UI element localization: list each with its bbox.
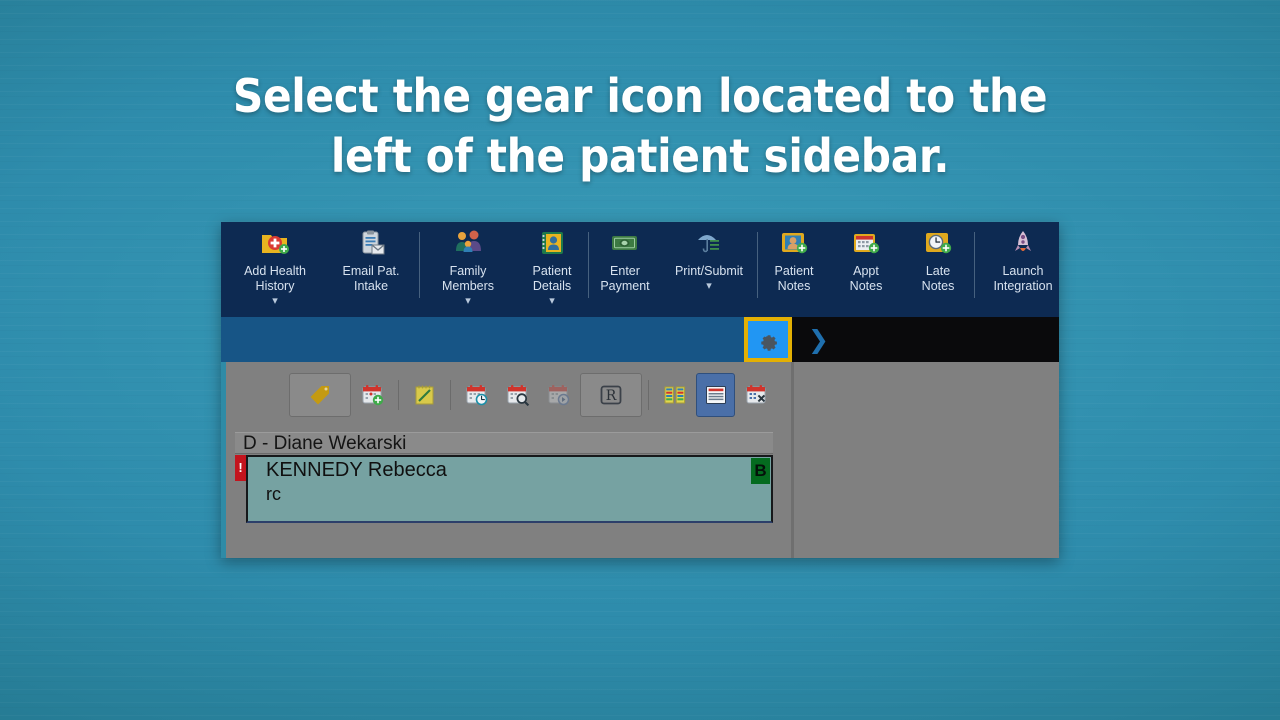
schedule-pane: R D - Diane Wekarski ! KENNEDY Rebecca r… xyxy=(221,362,791,558)
grid-columns-icon xyxy=(664,386,685,404)
right-detail-pane xyxy=(794,362,1059,558)
ribbon-label-line2: Notes xyxy=(777,279,811,293)
patient-details-icon xyxy=(516,229,588,263)
chevron-right-icon[interactable]: ❯ xyxy=(808,327,829,352)
chevron-down-icon[interactable]: ▾ xyxy=(420,296,516,307)
launch-integration-icon xyxy=(975,229,1059,263)
secondary-toolbar-empty-area xyxy=(221,317,744,362)
ribbon-button-launch-integration[interactable]: Launch Integration xyxy=(975,222,1059,294)
rx-icon: R xyxy=(600,385,622,405)
ribbon-button-enter-payment[interactable]: Enter Payment xyxy=(589,222,661,294)
application-screenshot-panel: Add Health History ▾ Email Pat. Intake F… xyxy=(221,222,1059,558)
add-health-history-icon xyxy=(227,229,323,263)
secondary-toolbar: ❯ xyxy=(221,317,1059,362)
gear-icon xyxy=(761,334,777,351)
provider-header: D - Diane Wekarski xyxy=(235,432,773,454)
ribbon-label-line1: Patient xyxy=(532,264,572,278)
ribbon-label-line2: Notes xyxy=(921,279,955,293)
tag-icon xyxy=(310,386,329,405)
ribbon-button-add-health-history[interactable]: Add Health History ▾ xyxy=(227,222,323,307)
ribbon-label-line2: Integration xyxy=(993,279,1053,293)
ribbon-button-print-submit[interactable]: Print/Submit ▾ xyxy=(661,222,757,292)
toolbar-button-notepad[interactable] xyxy=(405,373,444,417)
ribbon-label-line2: Notes xyxy=(849,279,883,293)
calendar-search-icon xyxy=(507,385,529,407)
chevron-down-icon[interactable]: ▾ xyxy=(661,281,757,292)
calendar-add-icon xyxy=(362,385,383,406)
appointment-patient-name: KENNEDY Rebecca xyxy=(266,459,447,481)
ribbon-label-line1: Add Health xyxy=(244,264,306,278)
toolbar-divider xyxy=(398,380,399,410)
schedule-list: D - Diane Wekarski ! KENNEDY Rebecca rc … xyxy=(235,432,773,523)
ribbon-label-line1: Launch xyxy=(1002,264,1044,278)
ribbon-label-line2: Payment xyxy=(600,279,650,293)
chevron-down-icon[interactable]: ▾ xyxy=(516,296,588,307)
toolbar-button-calendar-clock[interactable] xyxy=(457,373,496,417)
calendar-cancel-icon xyxy=(746,385,765,404)
toolbar-button-calendar-forward xyxy=(539,373,578,417)
toolbar-button-calendar-search[interactable] xyxy=(498,373,537,417)
ribbon-label-line1: Family xyxy=(449,264,487,278)
ribbon-button-appt-notes[interactable]: Appt Notes xyxy=(830,222,902,294)
ribbon-label-line2: Details xyxy=(532,279,572,293)
application-body: R D - Diane Wekarski ! KENNEDY Rebecca r… xyxy=(221,362,1059,558)
calendar-clock-icon xyxy=(466,385,487,406)
schedule-icon-toolbar: R xyxy=(288,369,777,421)
appointment-status-badge: B xyxy=(751,458,770,484)
appointment-row[interactable]: ! KENNEDY Rebecca rc B xyxy=(235,455,773,523)
toolbar-divider xyxy=(450,380,451,410)
ribbon-button-email-patient-intake[interactable]: Email Pat. Intake xyxy=(323,222,419,294)
ribbon-label-line2: Members xyxy=(441,279,495,293)
ribbon-label-line1: Email Pat. xyxy=(342,264,400,278)
svg-text:R: R xyxy=(606,388,617,404)
appointment-block[interactable]: KENNEDY Rebecca rc B xyxy=(246,455,773,523)
ribbon-label-line1: Appt xyxy=(853,264,879,278)
toolbar-button-tag[interactable] xyxy=(289,373,351,417)
ribbon-toolbar: Add Health History ▾ Email Pat. Intake F… xyxy=(221,222,1059,317)
enter-payment-icon xyxy=(589,229,661,263)
ribbon-label-line2: Intake xyxy=(353,279,389,293)
appt-notes-icon xyxy=(830,229,902,263)
list-view-icon xyxy=(705,386,726,404)
ribbon-button-family-members[interactable]: Family Members ▾ xyxy=(420,222,516,307)
print-submit-icon xyxy=(661,229,757,263)
calendar-forward-icon xyxy=(548,385,569,406)
family-members-icon xyxy=(420,229,516,263)
appointment-reason: rc xyxy=(266,484,281,504)
instruction-line-2: left of the patient sidebar. xyxy=(330,129,950,183)
ribbon-label-line1: Enter xyxy=(610,264,640,278)
ribbon-button-patient-details[interactable]: Patient Details ▾ xyxy=(516,222,588,307)
instruction-heading: Select the gear icon located to the left… xyxy=(51,66,1229,186)
toolbar-button-grid-columns[interactable] xyxy=(655,373,694,417)
ribbon-button-late-notes[interactable]: Late Notes xyxy=(902,222,974,294)
toolbar-divider xyxy=(648,380,649,410)
sidebar-collapsed-strip: ❯ xyxy=(792,317,1059,362)
toolbar-button-list-view[interactable] xyxy=(696,373,735,417)
notepad-pencil-icon xyxy=(415,385,433,405)
ribbon-label-line2: History xyxy=(255,279,295,293)
email-patient-intake-icon xyxy=(323,229,419,263)
chevron-down-icon[interactable]: ▾ xyxy=(227,296,323,307)
toolbar-button-rx[interactable]: R xyxy=(580,373,642,417)
patient-notes-icon xyxy=(758,229,830,263)
ribbon-label-line1: Late xyxy=(925,264,951,278)
toolbar-button-calendar-cancel[interactable] xyxy=(737,373,776,417)
toolbar-button-calendar-add[interactable] xyxy=(353,373,392,417)
appointment-alert-flag[interactable]: ! xyxy=(235,455,246,481)
gear-settings-button[interactable] xyxy=(744,317,792,362)
instruction-line-1: Select the gear icon located to the xyxy=(232,69,1048,123)
ribbon-button-patient-notes[interactable]: Patient Notes xyxy=(758,222,830,294)
ribbon-label-line1: Patient xyxy=(774,264,814,278)
ribbon-label-line1: Print/Submit xyxy=(674,264,744,278)
late-notes-icon xyxy=(902,229,974,263)
